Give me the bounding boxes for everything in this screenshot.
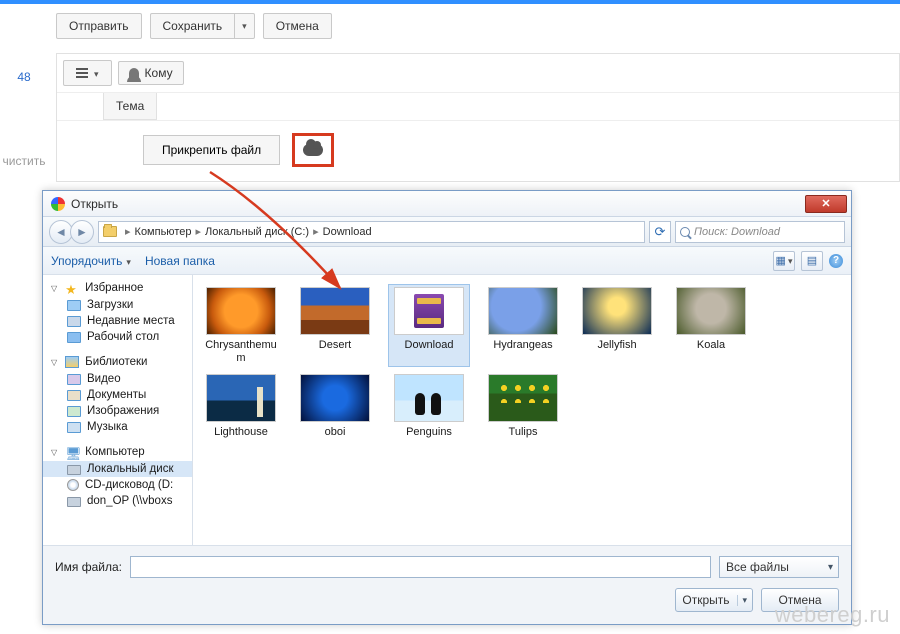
refresh-button[interactable]: ⟳ xyxy=(649,221,671,243)
file-thumbnail xyxy=(300,374,370,422)
tree-item-video[interactable]: Видео xyxy=(43,371,192,387)
file-name: oboi xyxy=(325,426,346,439)
tree-item-pictures[interactable]: Изображения xyxy=(43,403,192,419)
file-thumbnail xyxy=(394,287,464,335)
tree-item-local-disk[interactable]: Локальный диск xyxy=(43,461,192,477)
file-item[interactable]: Jellyfish xyxy=(577,285,657,366)
file-name: Jellyfish xyxy=(597,339,636,352)
compose-toolbar: Отправить Сохранить Отмена xyxy=(0,4,900,39)
file-item[interactable]: Lighthouse xyxy=(201,372,281,441)
open-button[interactable]: Открыть xyxy=(675,588,753,612)
filename-input[interactable] xyxy=(130,556,711,578)
file-item[interactable]: Koala xyxy=(671,285,751,366)
tree-favorites[interactable]: ★Избранное xyxy=(43,279,192,297)
cloud-icon xyxy=(303,144,323,156)
tree-item-downloads[interactable]: Загрузки xyxy=(43,297,192,313)
file-item[interactable]: Desert xyxy=(295,285,375,366)
file-item[interactable]: Chrysanthemum xyxy=(201,285,281,366)
new-folder-button[interactable]: Новая папка xyxy=(145,254,215,268)
tree-item-network[interactable]: don_OP (\\vboxs xyxy=(43,493,192,509)
hamburger-icon xyxy=(76,72,88,74)
file-item[interactable]: Penguins xyxy=(389,372,469,441)
tree-item-documents[interactable]: Документы xyxy=(43,387,192,403)
file-thumbnail xyxy=(394,374,464,422)
dialog-footer: Имя файла: Все файлы Открыть Отмена xyxy=(43,546,851,624)
crumb-0[interactable]: Компьютер xyxy=(135,226,192,238)
attach-from-cloud-button[interactable] xyxy=(292,133,334,167)
file-thumbnail xyxy=(582,287,652,335)
file-item[interactable]: Hydrangeas xyxy=(483,285,563,366)
file-name: Penguins xyxy=(406,426,452,439)
unread-count[interactable]: 48 xyxy=(0,70,48,84)
folder-icon xyxy=(103,226,117,237)
attach-file-button[interactable]: Прикрепить файл xyxy=(143,135,280,165)
crumb-2[interactable]: Download xyxy=(323,226,372,238)
file-thumbnail xyxy=(206,287,276,335)
preview-pane-button[interactable]: ▤ xyxy=(801,251,823,271)
tree-libraries[interactable]: Библиотеки xyxy=(43,353,192,371)
tree-item-desktop[interactable]: Рабочий стол xyxy=(43,329,192,345)
file-thumbnail xyxy=(206,374,276,422)
clear-link[interactable]: чистить xyxy=(0,154,48,168)
save-dropdown-button[interactable] xyxy=(235,13,255,39)
open-file-dialog: Открыть ✕ ◄ ► ▸ Компьютер ▸ Локальный ди… xyxy=(42,190,852,625)
subject-label[interactable]: Тема xyxy=(103,93,157,120)
file-name: Hydrangeas xyxy=(493,339,552,352)
file-thumbnail xyxy=(300,287,370,335)
nav-tree[interactable]: ★Избранное Загрузки Недавние места Рабоч… xyxy=(43,275,193,545)
file-thumbnail xyxy=(488,374,558,422)
search-icon xyxy=(680,227,690,237)
file-name: Chrysanthemum xyxy=(203,339,279,364)
watermark: webereg.ru xyxy=(775,602,890,628)
compose-body: Кому Тема Прикрепить файл xyxy=(56,53,900,182)
breadcrumb[interactable]: ▸ Компьютер ▸ Локальный диск (C:) ▸ Down… xyxy=(98,221,645,243)
save-button[interactable]: Сохранить xyxy=(150,13,236,39)
mail-left-column: 48 чистить xyxy=(0,4,48,168)
chrome-icon xyxy=(51,197,65,211)
send-button[interactable]: Отправить xyxy=(56,13,142,39)
search-placeholder: Поиск: Download xyxy=(694,226,780,238)
file-name: Download xyxy=(405,339,454,352)
organize-menu[interactable]: Упорядочить xyxy=(51,254,131,268)
dialog-navbar: ◄ ► ▸ Компьютер ▸ Локальный диск (C:) ▸ … xyxy=(43,217,851,247)
tree-item-music[interactable]: Музыка xyxy=(43,419,192,435)
file-thumbnail xyxy=(488,287,558,335)
person-icon xyxy=(129,68,139,78)
file-name: Desert xyxy=(319,339,351,352)
help-button[interactable]: ? xyxy=(829,254,843,268)
file-item[interactable]: Download xyxy=(389,285,469,366)
view-mode-button[interactable]: ▦ xyxy=(773,251,795,271)
to-field-button[interactable]: Кому xyxy=(118,61,184,85)
to-label: Кому xyxy=(145,66,173,80)
file-item[interactable]: oboi xyxy=(295,372,375,441)
filename-label: Имя файла: xyxy=(55,560,122,574)
filetype-combo[interactable]: Все файлы xyxy=(719,556,839,578)
tree-item-cd[interactable]: CD-дисковод (D: xyxy=(43,477,192,493)
cancel-button[interactable]: Отмена xyxy=(263,13,332,39)
dialog-titlebar[interactable]: Открыть ✕ xyxy=(43,191,851,217)
file-name: Lighthouse xyxy=(214,426,268,439)
tree-item-recent[interactable]: Недавние места xyxy=(43,313,192,329)
dialog-title: Открыть xyxy=(71,197,118,211)
nav-forward-button[interactable]: ► xyxy=(70,220,94,244)
crumb-1[interactable]: Локальный диск (C:) xyxy=(205,226,309,238)
file-name: Koala xyxy=(697,339,725,352)
file-thumbnail xyxy=(676,287,746,335)
close-button[interactable]: ✕ xyxy=(805,195,847,213)
file-item[interactable]: Tulips xyxy=(483,372,563,441)
file-area[interactable]: Chrysanthemum Desert Download Hydrangeas Jel… xyxy=(193,275,851,545)
fields-menu-button[interactable] xyxy=(63,60,112,86)
search-input[interactable]: Поиск: Download xyxy=(675,221,845,243)
dialog-toolbar: Упорядочить Новая папка ▦ ▤ ? xyxy=(43,247,851,275)
file-name: Tulips xyxy=(509,426,538,439)
tree-computer[interactable]: 🖥Компьютер xyxy=(43,443,192,461)
